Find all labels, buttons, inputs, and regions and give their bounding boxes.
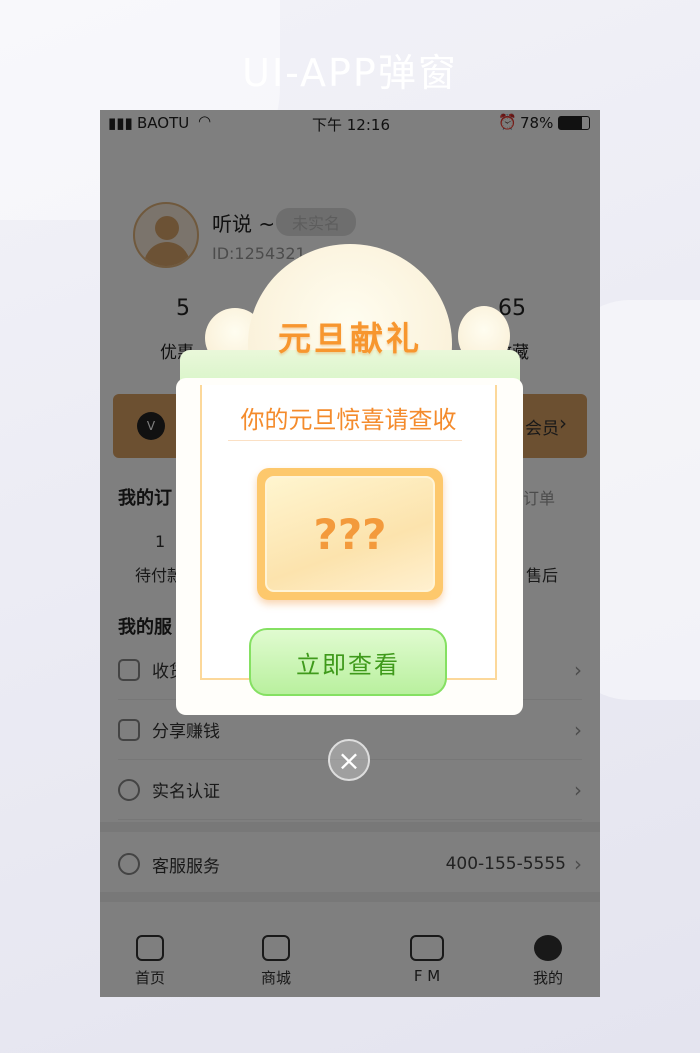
view-now-button[interactable]: 立即查看 bbox=[249, 628, 447, 696]
headline: UI-APP弹窗 bbox=[242, 51, 458, 95]
modal-subtitle: 你的元旦惊喜请查收 bbox=[240, 406, 457, 434]
mystery-text: ??? bbox=[265, 476, 435, 592]
divider bbox=[228, 440, 462, 441]
mystery-card: ??? bbox=[257, 468, 443, 600]
modal-title: 元旦献礼 bbox=[278, 319, 422, 358]
close-icon[interactable]: × bbox=[328, 739, 370, 781]
